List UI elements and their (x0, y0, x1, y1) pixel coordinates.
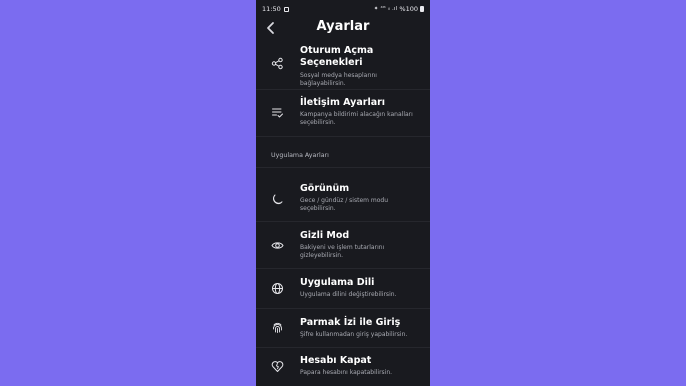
header: Ayarlar (256, 18, 430, 40)
item-description: Bakiyeni ve işlem tutarlarını gizleyebil… (300, 244, 385, 259)
section-label-app-settings: Uygulama Ayarları (271, 152, 329, 159)
item-description: Gece / gündüz / sistem modu seçebilirsin… (300, 197, 389, 212)
item-title: Gizli Mod (300, 230, 350, 241)
item-title: Oturum Açma Seçenekleri (300, 45, 374, 68)
globe-icon (271, 282, 284, 295)
heart-broken-icon (271, 360, 284, 373)
eye-icon (271, 239, 284, 252)
status-time: 11:50 (262, 5, 281, 13)
divider (256, 167, 430, 168)
item-description: Papara hesabını kapatabilirsin. (300, 369, 393, 376)
settings-item-contact[interactable]: İletişim Ayarları Kampanya bildirimi ala… (256, 90, 430, 136)
fingerprint-icon (271, 321, 284, 334)
moon-icon (271, 193, 284, 206)
settings-item-app-language[interactable]: Uygulama Dili Uygulama dilini değiştireb… (256, 269, 430, 308)
battery-percent: %100 (399, 5, 418, 13)
signal-icons: ✦ ⁴ᴳ ᵢₗ .ıl (373, 6, 398, 12)
item-description: Kampanya bildirimi alacağın kanalları se… (300, 111, 413, 126)
settings-item-login-options[interactable]: Oturum Açma Seçenekleri Sosyal medya hes… (256, 44, 430, 88)
settings-item-fingerprint-login[interactable]: Parmak İzi ile Giriş Şifre kullanmadan g… (256, 309, 430, 347)
item-description: Sosyal medya hesaplarını bağlayabilirsin… (300, 72, 377, 87)
item-title: Parmak İzi ile Giriş (300, 317, 401, 328)
list-check-icon (271, 106, 284, 119)
settings-item-close-account[interactable]: Hesabı Kapat Papara hesabını kapatabilir… (256, 348, 430, 386)
item-title: Hesabı Kapat (300, 355, 372, 366)
item-description: Şifre kullanmadan giriş yapabilirsin. (300, 331, 408, 338)
page-title: Ayarlar (316, 19, 370, 34)
phone-screen: 11:50 ✦ ⁴ᴳ ᵢₗ .ıl %100 Ayarlar Oturum Aç… (256, 0, 430, 386)
item-title: Görünüm (300, 183, 350, 194)
status-bar: 11:50 ✦ ⁴ᴳ ᵢₗ .ıl %100 (256, 0, 430, 18)
gallery-notification-icon (283, 6, 289, 12)
divider (256, 136, 430, 137)
item-description: Uygulama dilini değiştirebilirsin. (300, 291, 397, 298)
battery-icon (420, 6, 424, 12)
item-title: Uygulama Dili (300, 277, 375, 288)
settings-item-appearance[interactable]: Görünüm Gece / gündüz / sistem modu seçe… (256, 176, 430, 221)
item-title: İletişim Ayarları (300, 97, 386, 108)
settings-item-hidden-mode[interactable]: Gizli Mod Bakiyeni ve işlem tutarlarını … (256, 222, 430, 268)
share-icon (271, 57, 284, 70)
